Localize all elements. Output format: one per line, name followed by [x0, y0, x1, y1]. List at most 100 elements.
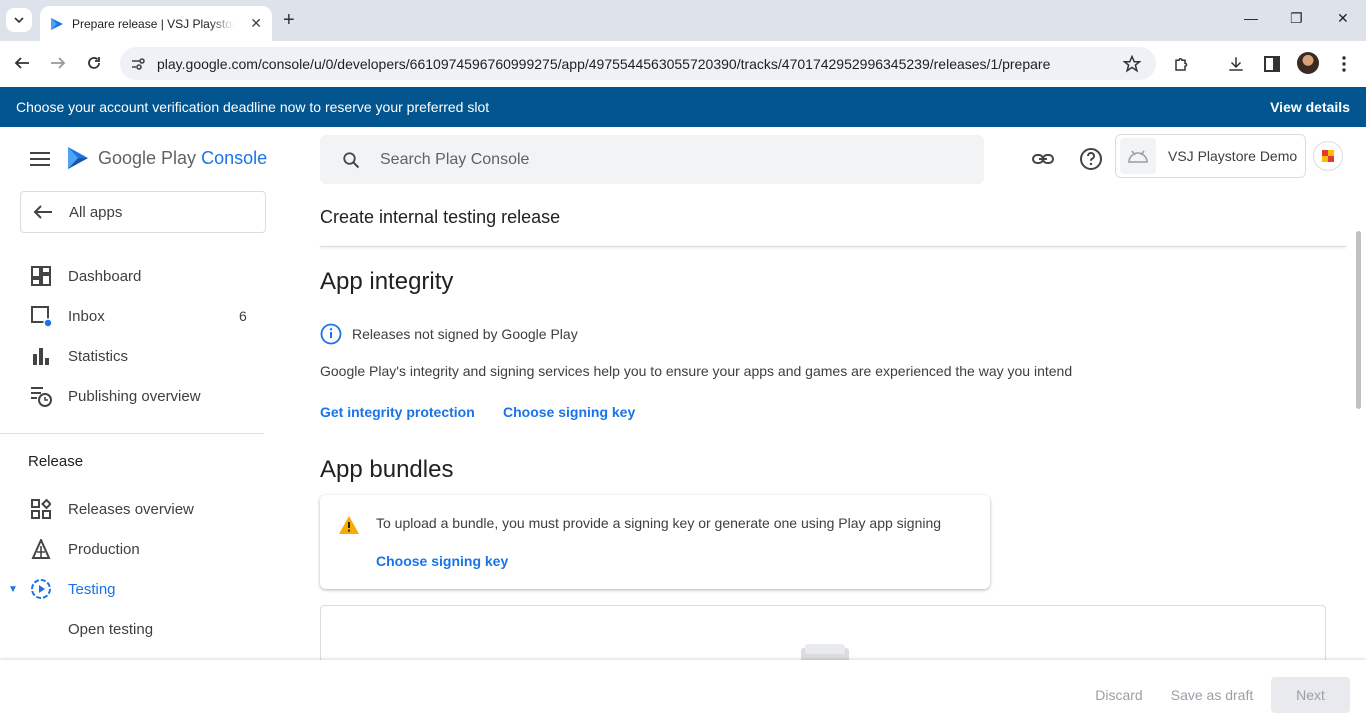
- sidebar-item-label: Dashboard: [68, 267, 142, 285]
- sidebar-item-label: Open testing: [68, 620, 154, 638]
- tab-search-button[interactable]: [6, 8, 32, 32]
- side-panel-button[interactable]: [1261, 53, 1283, 75]
- choose-signing-key-link[interactable]: Choose signing key: [503, 404, 635, 420]
- save-as-draft-button[interactable]: Save as draft: [1168, 677, 1256, 713]
- sidebar-item-label: Inbox: [68, 307, 105, 325]
- arrow-left-icon: [14, 57, 29, 69]
- get-integrity-protection-link[interactable]: Get integrity protection: [320, 404, 475, 420]
- all-apps-button[interactable]: All apps: [20, 191, 266, 233]
- bundle-upload-area[interactable]: [320, 605, 1326, 666]
- title-divider: [320, 246, 1346, 247]
- arrow-right-icon: [51, 57, 66, 69]
- extensions-button[interactable]: [1171, 53, 1193, 75]
- browser-toolbar: play.google.com/console/u/0/developers/6…: [0, 41, 1366, 87]
- browser-tab[interactable]: Prepare release | VSJ Playstore Demo ✕: [40, 6, 272, 41]
- sidebar-item-releases-overview[interactable]: Releases overview: [0, 489, 264, 529]
- releases-overview-icon: [30, 498, 52, 520]
- arrow-left-icon: [33, 205, 52, 219]
- downloads-button[interactable]: [1225, 53, 1247, 75]
- sidebar-item-production[interactable]: Production: [0, 529, 264, 569]
- sidebar: All apps Dashboard Inbox 6 Statistics Pu…: [0, 191, 266, 660]
- sidebar-item-label: Publishing overview: [68, 387, 201, 405]
- integrity-status-text: Releases not signed by Google Play: [352, 326, 578, 342]
- app-integrity-heading: App integrity: [320, 268, 454, 295]
- integrity-status: Releases not signed by Google Play: [320, 323, 578, 345]
- address-bar[interactable]: play.google.com/console/u/0/developers/6…: [120, 47, 1156, 80]
- warning-icon: [338, 515, 360, 540]
- download-icon: [1229, 57, 1243, 71]
- browser-menu-button[interactable]: [1333, 53, 1355, 75]
- more-vert-icon: [1342, 56, 1346, 72]
- signing-warning-card: To upload a bundle, you must provide a s…: [320, 495, 990, 589]
- sidebar-item-label: Releases overview: [68, 500, 194, 518]
- android-icon: [1128, 150, 1148, 163]
- reload-icon: [88, 57, 100, 69]
- play-console-favicon-icon: [51, 17, 63, 30]
- publishing-schedule-icon: [30, 385, 52, 407]
- bookmark-star-icon[interactable]: [1123, 54, 1141, 73]
- inbox-icon: [30, 305, 52, 327]
- close-window-button[interactable]: ✕: [1337, 10, 1349, 27]
- restore-button[interactable]: ❐: [1290, 10, 1303, 27]
- site-info-icon[interactable]: [130, 56, 146, 72]
- inbox-count-badge: 6: [239, 308, 247, 324]
- app-header: Google Play Console Search Play Console …: [0, 127, 1366, 191]
- main-scrollbar[interactable]: [1356, 231, 1361, 409]
- play-console-logo[interactable]: Google Play Console: [66, 145, 267, 171]
- sidebar-section-release: Release: [28, 453, 84, 470]
- search-icon: [343, 151, 360, 168]
- app-bundles-heading: App bundles: [320, 456, 454, 483]
- dashboard-icon: [30, 265, 52, 287]
- new-tab-button[interactable]: +: [283, 10, 295, 30]
- sidebar-item-publishing-overview[interactable]: Publishing overview: [0, 376, 264, 416]
- app-name: VSJ Playstore Demo: [1168, 148, 1298, 164]
- hamburger-menu-icon: [30, 152, 50, 166]
- back-button[interactable]: [12, 53, 32, 73]
- sidebar-item-dashboard[interactable]: Dashboard: [0, 256, 264, 296]
- logo-text: Google Play Console: [98, 148, 267, 169]
- tab-title: Prepare release | VSJ Playstore Demo: [72, 16, 234, 31]
- profile-avatar[interactable]: [1297, 52, 1319, 74]
- logo-console: Console: [201, 147, 268, 168]
- discard-button[interactable]: Discard: [1094, 677, 1144, 713]
- forward-button[interactable]: [48, 53, 68, 73]
- warning-text: To upload a bundle, you must provide a s…: [376, 515, 942, 531]
- info-icon: [320, 323, 342, 345]
- production-icon: [30, 538, 52, 560]
- view-details-link[interactable]: View details: [1270, 99, 1350, 115]
- verification-banner: Choose your account verification deadlin…: [0, 87, 1366, 127]
- copy-link-button[interactable]: [1031, 147, 1055, 171]
- sidebar-item-label: Production: [68, 540, 140, 558]
- logo-google-play: Google Play: [98, 147, 197, 168]
- side-panel-icon: [1264, 56, 1280, 72]
- next-button[interactable]: Next: [1271, 677, 1350, 713]
- sidebar-item-label: Statistics: [68, 347, 129, 365]
- integrity-description: Google Play's integrity and signing serv…: [320, 363, 1073, 379]
- chevron-down-icon: [14, 17, 24, 23]
- search-box[interactable]: Search Play Console: [320, 135, 984, 184]
- minimize-button[interactable]: —: [1244, 10, 1258, 26]
- sidebar-item-testing[interactable]: ▼ Testing: [0, 569, 264, 609]
- footer-action-bar: Discard Save as draft Next: [0, 660, 1366, 728]
- developer-account-button[interactable]: [1313, 141, 1343, 171]
- app-switcher[interactable]: VSJ Playstore Demo: [1115, 134, 1306, 178]
- reload-button[interactable]: [84, 53, 104, 73]
- caret-down-icon[interactable]: ▼: [8, 584, 18, 595]
- bar-chart-icon: [30, 345, 52, 367]
- url-text: play.google.com/console/u/0/developers/6…: [157, 55, 1051, 72]
- sidebar-item-label: Testing: [68, 580, 116, 598]
- sidebar-item-statistics[interactable]: Statistics: [0, 336, 264, 376]
- app-icon: [1120, 138, 1156, 174]
- sidebar-divider: [0, 433, 264, 434]
- help-button[interactable]: [1079, 147, 1103, 171]
- sidebar-item-open-testing[interactable]: Open testing: [0, 609, 264, 649]
- choose-signing-key-button[interactable]: Choose signing key: [376, 553, 508, 569]
- link-icon: [1032, 154, 1054, 164]
- sidebar-item-inbox[interactable]: Inbox 6: [0, 296, 264, 336]
- play-console-logo-icon: [68, 147, 88, 169]
- search-input[interactable]: Search Play Console: [380, 151, 529, 169]
- page-title: Create internal testing release: [320, 207, 561, 227]
- menu-button[interactable]: [30, 152, 50, 171]
- tab-close-icon[interactable]: ✕: [250, 15, 262, 32]
- main-content: Create internal testing release App inte…: [296, 191, 1354, 666]
